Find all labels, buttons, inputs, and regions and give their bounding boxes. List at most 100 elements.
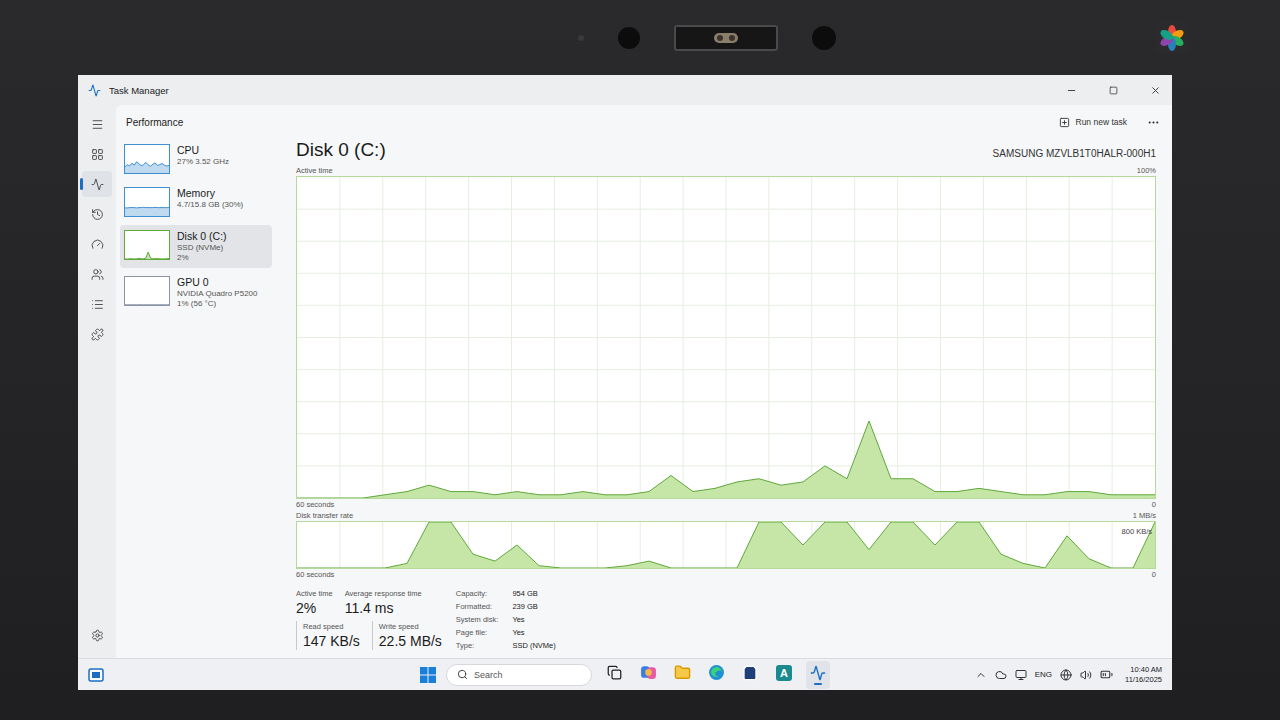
chart-label: Active time <box>296 165 333 176</box>
chart-label: Disk transfer rate <box>296 510 353 521</box>
nav-item[interactable] <box>82 321 112 347</box>
copilot-icon[interactable] <box>640 664 657 681</box>
more-icon[interactable] <box>1147 116 1160 129</box>
property-value: 954 GB <box>512 588 555 600</box>
close-button[interactable] <box>1138 75 1172 105</box>
resource-thumbnail <box>124 230 170 260</box>
tray-overflow-icon[interactable] <box>975 669 987 681</box>
screen: Task ManagerPerformanceRun new taskCPU27… <box>78 75 1172 690</box>
nav-item[interactable] <box>82 291 112 317</box>
resource-name: Memory <box>177 187 243 200</box>
taskbar-app[interactable] <box>602 661 626 689</box>
resource-item[interactable]: CPU27% 3.52 GHz <box>120 139 272 179</box>
axis-span: 60 seconds <box>296 499 334 510</box>
nav-item[interactable] <box>82 111 112 137</box>
property-label: Capacity: <box>456 588 499 600</box>
maximize-icon[interactable] <box>1109 86 1118 95</box>
property-value: SSD (NVMe) <box>512 640 555 652</box>
processes-icon[interactable] <box>91 148 104 161</box>
battery-icon[interactable] <box>1100 668 1113 681</box>
cloud-icon[interactable] <box>995 669 1007 681</box>
search-box[interactable]: Search <box>446 664 592 686</box>
property-label: Formatted: <box>456 601 499 613</box>
clock[interactable]: 10:40 AM11/16/2025 <box>1125 665 1162 685</box>
run-new-task-button[interactable]: Run new task <box>1053 113 1134 132</box>
settings-icon[interactable] <box>91 629 104 642</box>
nav-item[interactable] <box>82 201 112 227</box>
resource-name: GPU 0 <box>177 276 258 289</box>
page-title: Performance <box>126 117 1039 128</box>
menu-icon[interactable] <box>91 118 104 131</box>
property-label: System disk: <box>456 614 499 626</box>
taskbar: Search A ENG 10:40 AM11/16/2025 <box>78 658 1172 690</box>
resource-item[interactable]: GPU 0NVIDIA Quadro P52001% (56 °C) <box>120 271 272 314</box>
property-value: Yes <box>512 614 555 626</box>
network-icon[interactable] <box>1060 669 1072 681</box>
taskbar-app[interactable] <box>806 661 830 689</box>
nav-item[interactable] <box>82 231 112 257</box>
mini-graph <box>125 145 169 173</box>
sensor-icon <box>578 35 584 41</box>
volume-icon[interactable] <box>1080 669 1092 681</box>
minimize-icon[interactable] <box>1066 85 1077 96</box>
close-icon[interactable] <box>1150 85 1161 96</box>
history-icon[interactable] <box>91 208 104 221</box>
property-label: Type: <box>456 640 499 652</box>
ir-lens-icon <box>812 26 836 50</box>
camera-module <box>578 25 836 51</box>
taskbar-app[interactable] <box>738 661 762 689</box>
disk-properties: Capacity:954 GBFormatted:239 GBSystem di… <box>456 588 556 652</box>
laptop: Task ManagerPerformanceRun new taskCPU27… <box>0 0 1280 720</box>
minimize-button[interactable] <box>1054 75 1088 105</box>
axis-min: 0 <box>1152 569 1156 580</box>
stat: Average response time11.4 ms <box>345 588 422 617</box>
axis-min: 0 <box>1152 499 1156 510</box>
axis-span: 60 seconds <box>296 569 334 580</box>
resource-detail: 4.7/15.8 GB (30%) <box>177 200 243 210</box>
axis-max: 1 MB/s <box>1133 510 1156 521</box>
page-header: Performance Run new task <box>116 105 1172 139</box>
run-task-icon[interactable] <box>1059 117 1070 128</box>
display-icon[interactable] <box>1015 669 1027 681</box>
windows-logo-icon[interactable] <box>420 667 436 683</box>
app-icon[interactable]: A <box>776 665 792 681</box>
users-icon[interactable] <box>91 268 104 281</box>
store-icon[interactable] <box>742 665 758 681</box>
nav-item[interactable] <box>82 622 112 648</box>
transfer-rate-graph <box>297 522 1155 568</box>
nav-item[interactable] <box>82 171 112 197</box>
resource-item[interactable]: Disk 0 (C:)SSD (NVMe)2% <box>120 225 272 268</box>
widgets-icon[interactable] <box>88 667 104 683</box>
panels: CPU27% 3.52 GHzMemory4.7/15.8 GB (30%)Di… <box>116 139 1172 658</box>
performance-icon[interactable] <box>91 178 104 191</box>
file-explorer-icon[interactable] <box>674 664 691 681</box>
transfer-rate-chart: 800 KB/s <box>296 521 1156 569</box>
resource-item[interactable]: Memory4.7/15.8 GB (30%) <box>120 182 272 222</box>
sticker-logo-icon <box>1156 22 1188 54</box>
privacy-shutter[interactable] <box>674 25 778 51</box>
task-manager-icon[interactable] <box>810 665 826 681</box>
nav-rail <box>78 105 116 658</box>
taskbar-app[interactable]: A <box>772 661 796 689</box>
resource-detail: NVIDIA Quadro P5200 <box>177 289 258 299</box>
task-view-icon[interactable] <box>607 665 622 680</box>
maximize-button[interactable] <box>1096 75 1130 105</box>
nav-item[interactable] <box>82 141 112 167</box>
mini-graph <box>125 188 169 216</box>
property-value: Yes <box>512 627 555 639</box>
language-indicator[interactable]: ENG <box>1035 670 1052 679</box>
speed-stat: Write speed22.5 MB/s <box>372 621 442 650</box>
speed-stat: Read speed147 KB/s <box>296 621 360 650</box>
property-label: Page file: <box>456 627 499 639</box>
window-body: PerformanceRun new taskCPU27% 3.52 GHzMe… <box>78 105 1172 658</box>
taskbar-app[interactable] <box>636 661 660 689</box>
services-icon[interactable] <box>91 328 104 341</box>
edge-icon[interactable] <box>708 664 725 681</box>
nav-item[interactable] <box>82 261 112 287</box>
taskbar-app[interactable] <box>704 661 728 689</box>
details-icon[interactable] <box>91 298 104 311</box>
taskbar-app[interactable] <box>670 661 694 689</box>
axis-max: 100% <box>1137 165 1156 176</box>
startup-icon[interactable] <box>91 238 104 251</box>
stat: Active time2% <box>296 588 333 617</box>
